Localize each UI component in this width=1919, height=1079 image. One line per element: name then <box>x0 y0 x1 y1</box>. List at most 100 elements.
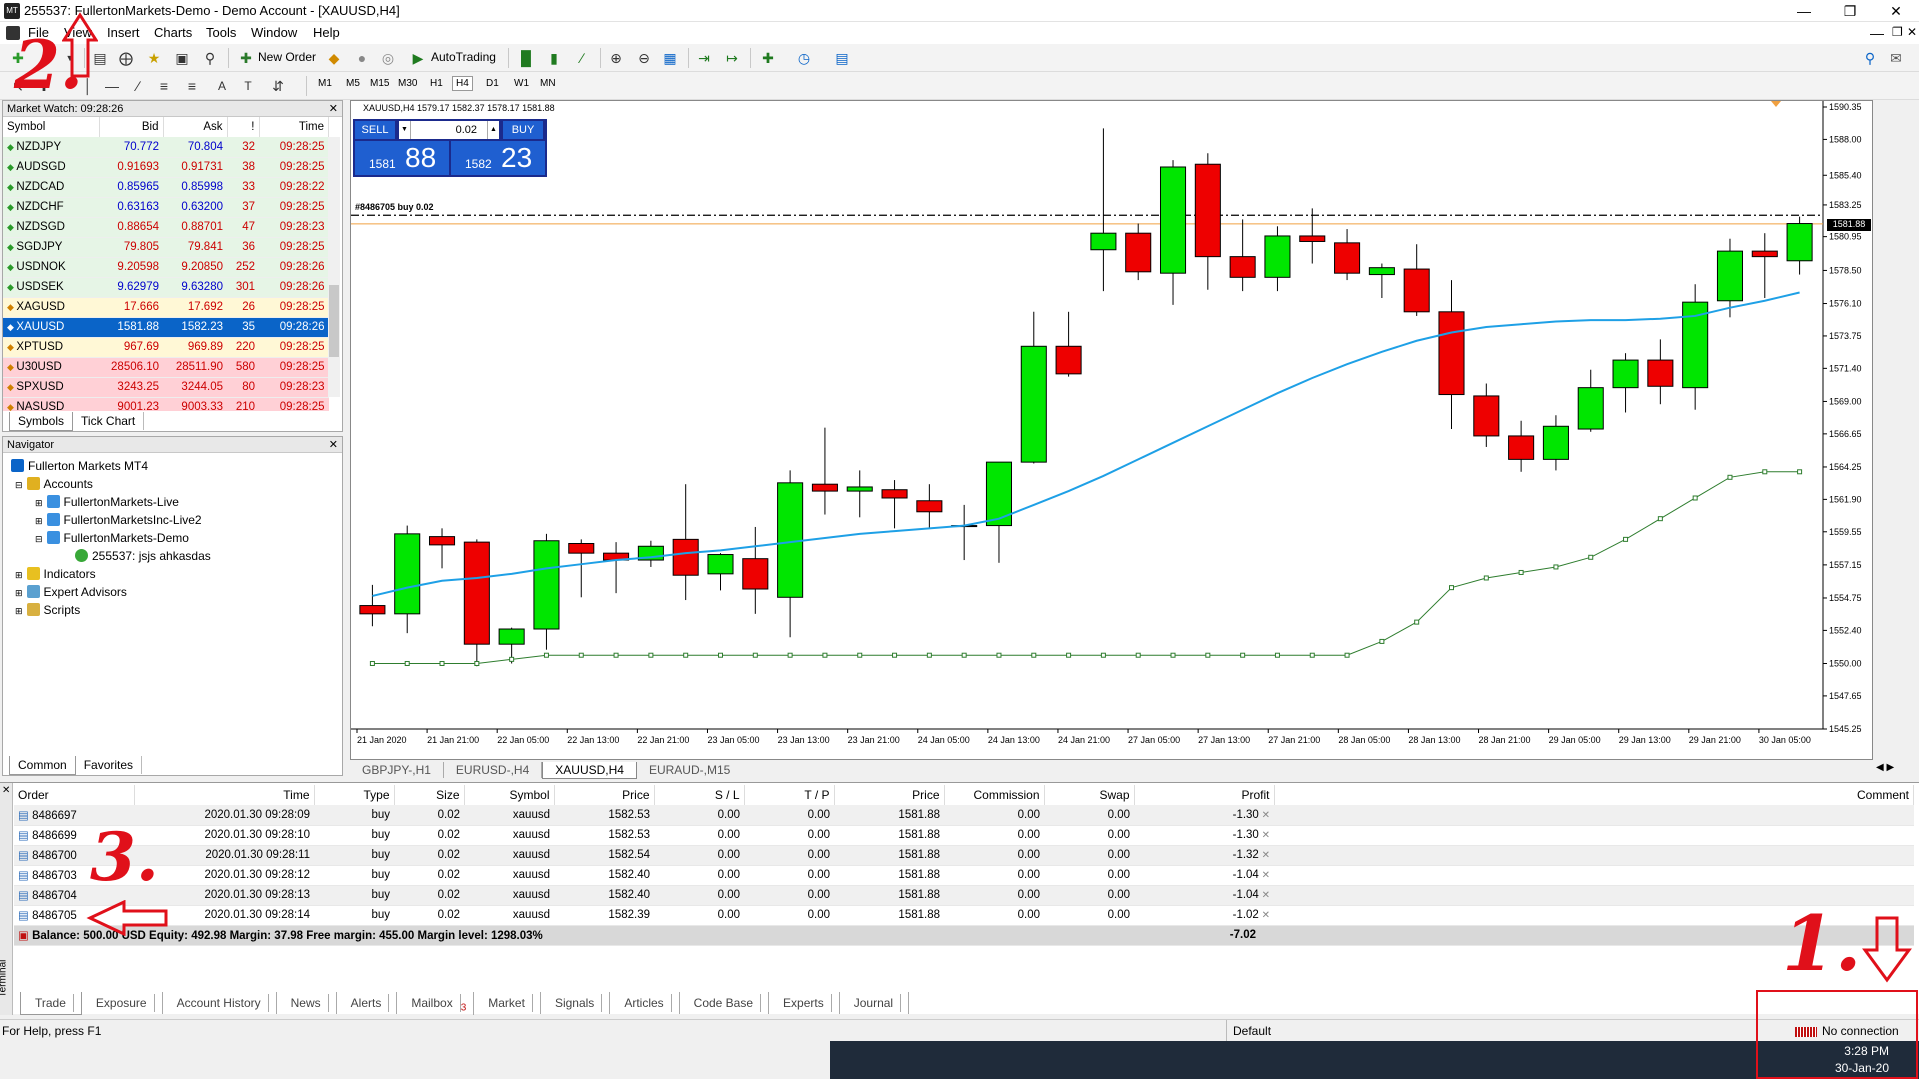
col-symbol[interactable]: Symbol <box>3 117 100 137</box>
navigator-icon[interactable]: ★ <box>144 48 164 68</box>
market-watch-row[interactable]: ◆ NZDCAD 0.85965 0.85998 33 09:28:22 <box>3 177 329 198</box>
tree-server-2[interactable]: ⊞ FullertonMarketsInc-Live2 <box>35 513 202 527</box>
menu-charts[interactable]: Charts <box>154 25 192 40</box>
terminal-tab-mailbox[interactable]: Mailbox 3 <box>397 992 475 1016</box>
tree-root[interactable]: Fullerton Markets MT4 <box>11 459 148 473</box>
close-order-icon[interactable]: ✕ <box>1259 810 1270 821</box>
trendline-icon[interactable]: ∕ <box>128 76 148 96</box>
autotrading-button[interactable]: AutoTrading <box>431 50 496 64</box>
autotrading-icon[interactable]: ▶ <box>408 48 428 68</box>
terminal-col-10[interactable]: Swap <box>1044 785 1135 805</box>
signals-icon[interactable]: ● <box>352 48 372 68</box>
search-icon[interactable]: ⚲ <box>1860 48 1880 68</box>
templates-icon[interactable]: ▤ <box>832 48 852 68</box>
restore-child-button[interactable]: ❐ <box>1892 25 1903 39</box>
minimize-button[interactable]: — <box>1781 0 1827 22</box>
horizontal-line-icon[interactable]: — <box>102 76 122 96</box>
chart-tab-eurusd[interactable]: EURUSD-,H4 <box>444 762 543 778</box>
col-time[interactable]: Time <box>259 117 329 137</box>
tree-server-1[interactable]: ⊞ FullertonMarkets-Live <box>35 495 179 509</box>
new-order-button[interactable]: New Order <box>258 50 316 64</box>
market-watch-row[interactable]: ◆ NZDSGD 0.88654 0.88701 47 09:28:23 <box>3 217 329 238</box>
trade-row[interactable]: ▤ 8486699 2020.01.30 09:28:10 buy 0.02 xauus… <box>14 825 1914 846</box>
terminal-col-6[interactable]: S / L <box>654 785 745 805</box>
trade-row[interactable]: ▤ 8486704 2020.01.30 09:28:13 buy 0.02 xauus… <box>14 885 1914 906</box>
tf-h1[interactable]: H1 <box>430 78 443 89</box>
close-icon[interactable]: ✕ <box>2 785 10 796</box>
trade-row[interactable]: ▤ 8486705 2020.01.30 09:28:14 buy 0.02 xauus… <box>14 905 1914 926</box>
tf-m5[interactable]: M5 <box>346 78 360 89</box>
terminal-col-4[interactable]: Symbol <box>464 785 555 805</box>
market-watch-row[interactable]: ◆ XPTUSD 967.69 969.89 220 09:28:25 <box>3 337 329 358</box>
col-spread[interactable]: ! <box>227 117 260 137</box>
terminal-tab-experts[interactable]: Experts <box>769 992 840 1014</box>
candlestick-icon[interactable]: ▮ <box>544 48 564 68</box>
terminal-icon[interactable]: ▣ <box>172 48 192 68</box>
tab-symbols[interactable]: Symbols <box>9 412 74 431</box>
sell-label[interactable]: SELL <box>355 121 395 139</box>
chart-tab-xauusd[interactable]: XAUUSD,H4 <box>542 762 637 779</box>
close-order-icon[interactable]: ✕ <box>1259 830 1270 841</box>
market-watch-row[interactable]: ◆ SPXUSD 3243.25 3244.05 80 09:28:23 <box>3 377 329 398</box>
chart-tabs-scroll[interactable]: ◀ ▶ <box>1876 762 1894 773</box>
indicators-icon[interactable]: ✚ <box>758 48 778 68</box>
buy-label[interactable]: BUY <box>503 121 543 139</box>
terminal-col-9[interactable]: Commission <box>944 785 1045 805</box>
profile-status[interactable]: Default <box>1226 1020 1277 1042</box>
market-watch-row[interactable]: ◆ AUDSGD 0.91693 0.91731 38 09:28:25 <box>3 157 329 178</box>
terminal-col-12[interactable]: Comment <box>1274 785 1914 805</box>
terminal-col-3[interactable]: Size <box>394 785 465 805</box>
terminal-tab-exposure[interactable]: Exposure <box>82 992 163 1014</box>
tf-m15[interactable]: M15 <box>370 78 389 89</box>
tree-scripts[interactable]: ⊞ Scripts <box>15 603 80 617</box>
vps-icon[interactable]: ◎ <box>378 48 398 68</box>
close-order-icon[interactable]: ✕ <box>1259 910 1270 921</box>
terminal-tab-news[interactable]: News <box>277 992 337 1014</box>
trade-row[interactable]: ▤ 8486697 2020.01.30 09:28:09 buy 0.02 xauus… <box>14 805 1914 826</box>
text-icon[interactable]: A <box>212 76 232 96</box>
close-order-icon[interactable]: ✕ <box>1259 890 1270 901</box>
tile-windows-icon[interactable]: ▦ <box>660 48 680 68</box>
close-button[interactable]: ✕ <box>1873 0 1919 22</box>
lot-up-icon[interactable]: ▲ <box>487 121 499 139</box>
order-line-label[interactable]: #8486705 buy 0.02 <box>355 202 434 212</box>
lot-down-icon[interactable]: ▼ <box>399 121 411 139</box>
scrollbar-thumb[interactable] <box>329 285 339 357</box>
terminal-col-5[interactable]: Price <box>554 785 655 805</box>
tf-mn[interactable]: MN <box>540 78 556 89</box>
autoscroll-icon[interactable]: ↦ <box>722 48 742 68</box>
close-order-icon[interactable]: ✕ <box>1259 850 1270 861</box>
menu-window[interactable]: Window <box>251 25 297 40</box>
menu-help[interactable]: Help <box>313 25 340 40</box>
market-watch-row[interactable]: ◆ XAGUSD 17.666 17.692 26 09:28:25 <box>3 297 329 318</box>
close-child-button[interactable]: ✕ <box>1907 25 1917 39</box>
minimize-child-button[interactable]: — <box>1870 25 1884 41</box>
tree-accounts[interactable]: ⊟ Accounts <box>15 477 93 491</box>
col-bid[interactable]: Bid <box>99 117 164 137</box>
col-ask[interactable]: Ask <box>163 117 228 137</box>
market-watch-row[interactable]: ◆ NZDJPY 70.772 70.804 32 09:28:25 <box>3 137 329 158</box>
close-icon[interactable]: ✕ <box>329 101 338 117</box>
terminal-col-7[interactable]: T / P <box>744 785 835 805</box>
data-window-icon[interactable]: ⨁ <box>116 48 136 68</box>
tf-m1[interactable]: M1 <box>318 78 332 89</box>
text-label-icon[interactable]: T <box>238 76 258 96</box>
chart-tab-euraud[interactable]: EURAUD-,M15 <box>637 762 742 778</box>
zoom-in-icon[interactable]: ⊕ <box>606 48 626 68</box>
channel-icon[interactable]: ≡ <box>154 76 174 96</box>
terminal-tab-alerts[interactable]: Alerts <box>337 992 398 1014</box>
tree-server-3[interactable]: ⊟ FullertonMarkets-Demo <box>35 531 189 545</box>
tab-common[interactable]: Common <box>9 756 76 775</box>
price-chart[interactable]: 1590.35 1588.00 1585.40 1583.25 1580.95 1578.… <box>351 101 1872 759</box>
tf-d1[interactable]: D1 <box>486 78 499 89</box>
lot-size-input[interactable]: 0.02 <box>399 121 499 139</box>
terminal-col-11[interactable]: Profit <box>1134 785 1275 805</box>
trade-row[interactable]: ▤ 8486700 2020.01.30 09:28:11 buy 0.02 xauus… <box>14 845 1914 866</box>
terminal-tab-signals[interactable]: Signals <box>541 992 611 1014</box>
trade-row[interactable]: ▤ 8486703 2020.01.30 09:28:12 buy 0.02 xauus… <box>14 865 1914 886</box>
terminal-tab-account-history[interactable]: Account History <box>163 992 277 1014</box>
terminal-tab-articles[interactable]: Articles <box>610 992 680 1014</box>
terminal-col-8[interactable]: Price <box>834 785 945 805</box>
tab-favorites[interactable]: Favorites <box>76 756 143 774</box>
tf-m30[interactable]: M30 <box>398 78 417 89</box>
